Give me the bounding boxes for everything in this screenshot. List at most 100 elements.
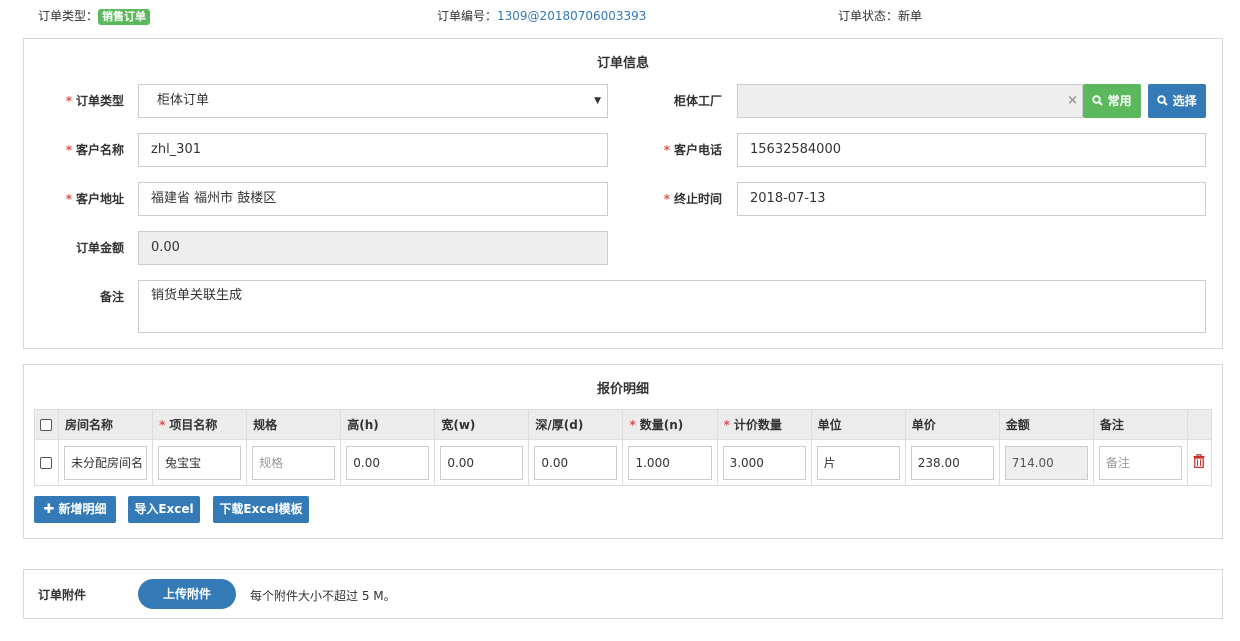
col-remark: 备注 (1092, 409, 1188, 440)
cell-quantity: 1.000 (622, 439, 718, 486)
room-input[interactable]: 未分配房间名 (64, 445, 148, 480)
col-item-label: 项目名称 (169, 418, 218, 432)
col-width: 宽(w) (434, 409, 530, 440)
col-room-label: 房间名称 (65, 418, 114, 432)
cell-amount: 714.00 (998, 439, 1094, 486)
download-template-button[interactable]: 下载Excel模板 (213, 496, 309, 523)
row-checkbox[interactable] (40, 457, 52, 469)
order-amount-label: 订单金额 (24, 231, 124, 265)
cell-width: 0.00 (434, 439, 530, 486)
import-excel-label: 导入Excel (134, 502, 194, 516)
cell-height: 0.00 (340, 439, 436, 486)
row-select-cell (33, 439, 60, 486)
plus-icon: ✚ (43, 502, 55, 517)
item-input[interactable]: 兔宝宝 (158, 445, 242, 480)
end-time-label: * 终止时间 (622, 182, 722, 216)
cell-remark: 备注 (1092, 439, 1188, 486)
customer-name-label-text: 客户名称 (75, 143, 124, 157)
clear-icon[interactable]: × (1067, 85, 1078, 117)
unit-input[interactable]: 片 (816, 445, 900, 480)
col-depth-label: 深/厚(d) (535, 418, 584, 432)
import-excel-button[interactable]: 导入Excel (128, 496, 200, 523)
end-time-label-text: 终止时间 (673, 192, 722, 206)
order-type-label: * 订单类型 (24, 84, 124, 118)
customer-address-input[interactable]: 福建省 福州市 鼓楼区 (138, 182, 608, 216)
billing-qty-input[interactable]: 3.000 (722, 445, 806, 480)
select-factory-button[interactable]: 选择 (1148, 84, 1206, 118)
required-mark: * (629, 418, 636, 432)
remark-label-text: 备注 (99, 290, 124, 304)
order-type-label-text: 订单类型 (75, 94, 124, 108)
customer-name-label: * 客户名称 (24, 133, 124, 167)
customer-address-label-text: 客户地址 (75, 192, 124, 206)
upload-attachment-button[interactable]: 上传附件 (138, 579, 236, 609)
depth-input[interactable]: 0.00 (534, 445, 618, 480)
customer-name-input[interactable]: zhl_301 (138, 133, 608, 167)
col-unit-label: 单位 (817, 418, 842, 432)
customer-phone-input[interactable]: 15632584000 (737, 133, 1206, 167)
col-height-label: 高(h) (347, 418, 379, 432)
order-amount-label-text: 订单金额 (75, 241, 124, 255)
chevron-down-icon: ▼ (594, 96, 601, 106)
order-type-summary: 订单类型： 销售订单 (38, 8, 151, 25)
remark-textarea[interactable]: 销货单关联生成 (138, 280, 1206, 333)
col-height: 高(h) (340, 409, 436, 440)
width-input[interactable]: 0.00 (440, 445, 524, 480)
order-status-summary: 订单状态：新单 (838, 8, 922, 24)
table-row: 未分配房间名 兔宝宝 规格 0.00 0.00 0.00 1.000 3.000… (33, 439, 1213, 486)
order-type-selected: 柜体订单 (157, 93, 210, 108)
order-info-panel: 订单信息 * 订单类型 柜体订单 ▼ 柜体工厂 × 常用 选择 * 客户名称 zhl… (23, 38, 1223, 349)
cell-item: 兔宝宝 (152, 439, 248, 486)
search-icon (1092, 95, 1104, 106)
customer-phone-label-text: 客户电话 (673, 143, 722, 157)
col-amount-label: 金额 (1005, 418, 1030, 432)
col-unit: 单位 (810, 409, 906, 440)
customer-phone-label: * 客户电话 (622, 133, 722, 167)
select-button-label: 选择 (1172, 94, 1197, 108)
factory-label: 柜体工厂 (622, 84, 722, 118)
col-spec-label: 规格 (253, 418, 278, 432)
remark-input[interactable]: 备注 (1098, 445, 1182, 480)
order-type-select[interactable]: 柜体订单 ▼ (138, 84, 608, 118)
factory-input[interactable]: × (737, 84, 1083, 118)
quote-table: 房间名称 * 项目名称 规格 高(h) 宽(w) 深/厚(d) * 数量(n) * 计… (33, 409, 1213, 486)
order-status-value: 新单 (898, 9, 923, 23)
select-all-cell (33, 409, 60, 440)
col-width-label: 宽(w) (441, 418, 476, 432)
cell-actions (1186, 439, 1213, 486)
required-mark: * (65, 143, 72, 157)
customer-address-label: * 客户地址 (24, 182, 124, 216)
unit-price-input[interactable]: 238.00 (910, 445, 994, 480)
cell-depth: 0.00 (528, 439, 624, 486)
common-factory-button[interactable]: 常用 (1083, 84, 1141, 118)
col-billing-qty: * 计价数量 (716, 409, 812, 440)
order-type-badge: 销售订单 (98, 9, 151, 25)
trash-icon[interactable] (1193, 453, 1205, 469)
spec-input[interactable]: 规格 (252, 445, 336, 480)
col-unit-price: 单价 (904, 409, 1000, 440)
col-unit-price-label: 单价 (911, 418, 936, 432)
table-header-row: 房间名称 * 项目名称 规格 高(h) 宽(w) 深/厚(d) * 数量(n) * 计… (33, 409, 1213, 440)
search-icon (1157, 95, 1169, 106)
quantity-input[interactable]: 1.000 (628, 445, 712, 480)
order-number-summary: 订单编号：1309@20180706003393 (437, 8, 646, 24)
attachment-panel: 订单附件 上传附件 每个附件大小不超过 5 M。 (23, 569, 1223, 619)
order-status-label: 订单状态： (838, 9, 899, 23)
select-all-checkbox[interactable] (40, 419, 52, 431)
col-room: 房间名称 (58, 409, 154, 440)
order-number-value: 1309@20180706003393 (497, 9, 647, 23)
height-input[interactable]: 0.00 (346, 445, 430, 480)
factory-label-text: 柜体工厂 (673, 94, 722, 108)
cell-spec: 规格 (246, 439, 342, 486)
attachment-label: 订单附件 (38, 588, 87, 602)
cell-unit: 片 (810, 439, 906, 486)
amount-input: 714.00 (1004, 445, 1088, 480)
order-info-title: 订单信息 (596, 56, 649, 71)
cell-unit-price: 238.00 (904, 439, 1000, 486)
download-template-label: 下载Excel模板 (219, 502, 303, 516)
order-amount-input: 0.00 (138, 231, 608, 265)
end-time-input[interactable]: 2018-07-13 (737, 182, 1206, 216)
col-quantity: * 数量(n) (622, 409, 718, 440)
col-amount: 金额 (998, 409, 1094, 440)
add-detail-button[interactable]: ✚ 新增明细 (34, 496, 116, 523)
